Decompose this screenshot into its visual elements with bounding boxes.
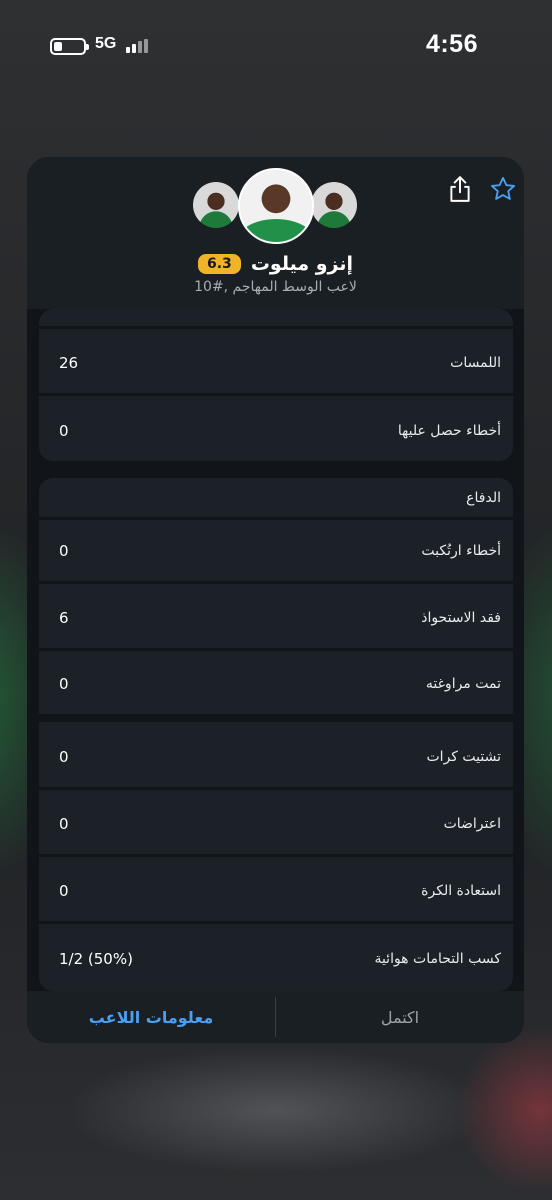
stat-row: 0 تمت مراوغته xyxy=(39,654,513,722)
stats-section-general: 26 اللمسات 0 أخطاء حصل عليها xyxy=(39,309,513,461)
stats-section-defense: الدفاع 0 أخطاء ارتُكبت 6 فقد الاستحواذ 0… xyxy=(39,478,513,991)
stat-row: 0 اعتراضات xyxy=(39,793,513,857)
stat-label: أخطاء حصل عليها xyxy=(397,423,501,439)
stat-label: فقد الاستحواذ xyxy=(421,609,501,626)
stat-row: 0 أخطاء حصل عليها xyxy=(39,399,513,461)
done-button[interactable]: اكتمل xyxy=(276,991,524,1043)
sheet-footer: معلومات اللاعب اكتمل xyxy=(27,991,524,1043)
status-time: 4:56 xyxy=(425,30,478,58)
stat-row: 0 تشتيت كرات xyxy=(39,726,513,790)
player-position: 10#, لاعب الوسط المهاجم xyxy=(194,279,357,295)
teammate-avatar-right[interactable] xyxy=(311,182,357,228)
stat-label: كسب التحامات هوائية xyxy=(374,951,501,967)
stat-value: 0 xyxy=(59,747,69,766)
stat-label: تمت مراوغته xyxy=(425,676,501,692)
stat-value: 0 xyxy=(59,881,69,900)
section-title: الدفاع xyxy=(466,489,501,506)
player-name: إنزو ميلوت xyxy=(250,253,353,275)
stat-value: 0 xyxy=(59,675,69,693)
stat-row: 26 اللمسات xyxy=(39,332,513,396)
stat-label: استعادة الكرة xyxy=(421,882,501,899)
stat-row: 6 فقد الاستحواذ xyxy=(39,587,513,651)
stat-value: 0 xyxy=(59,814,69,833)
stat-label: أخطاء ارتُكبت xyxy=(421,542,501,559)
battery-icon xyxy=(50,38,89,55)
stat-label: تشتيت كرات xyxy=(426,748,502,765)
stat-value: 0 xyxy=(59,541,69,560)
stat-value: 1/2 (50%) xyxy=(59,950,133,968)
status-bar: 5G 4:56 xyxy=(0,0,552,90)
stat-value: 0 xyxy=(59,422,69,440)
star-icon[interactable] xyxy=(489,175,517,203)
player-header: 6.3 إنزو ميلوت 10#, لاعب الوسط المهاجم xyxy=(27,157,524,309)
stat-label: اعتراضات xyxy=(443,815,501,832)
section-title-row: الدفاع xyxy=(39,478,513,520)
stat-label: اللمسات xyxy=(450,354,501,371)
player-name-row: 6.3 إنزو ميلوت xyxy=(27,253,524,275)
stat-row: 0 استعادة الكرة xyxy=(39,860,513,924)
player-avatar xyxy=(238,168,314,244)
stat-value: 26 xyxy=(59,353,79,372)
teammate-avatar-left[interactable] xyxy=(193,182,239,228)
player-stats-sheet: 6.3 إنزو ميلوت 10#, لاعب الوسط المهاجم 2… xyxy=(27,157,524,1043)
signal-icon xyxy=(126,39,158,53)
network-label: 5G xyxy=(95,35,117,52)
stat-value: 6 xyxy=(59,608,69,627)
player-info-button[interactable]: معلومات اللاعب xyxy=(27,991,275,1043)
stat-row: 1/2 (50%) كسب التحامات هوائية xyxy=(39,927,513,991)
stat-row: 0 أخطاء ارتُكبت xyxy=(39,520,513,584)
rating-badge: 6.3 xyxy=(198,254,241,274)
share-icon[interactable] xyxy=(447,175,473,203)
stat-row-hidden xyxy=(39,309,513,329)
